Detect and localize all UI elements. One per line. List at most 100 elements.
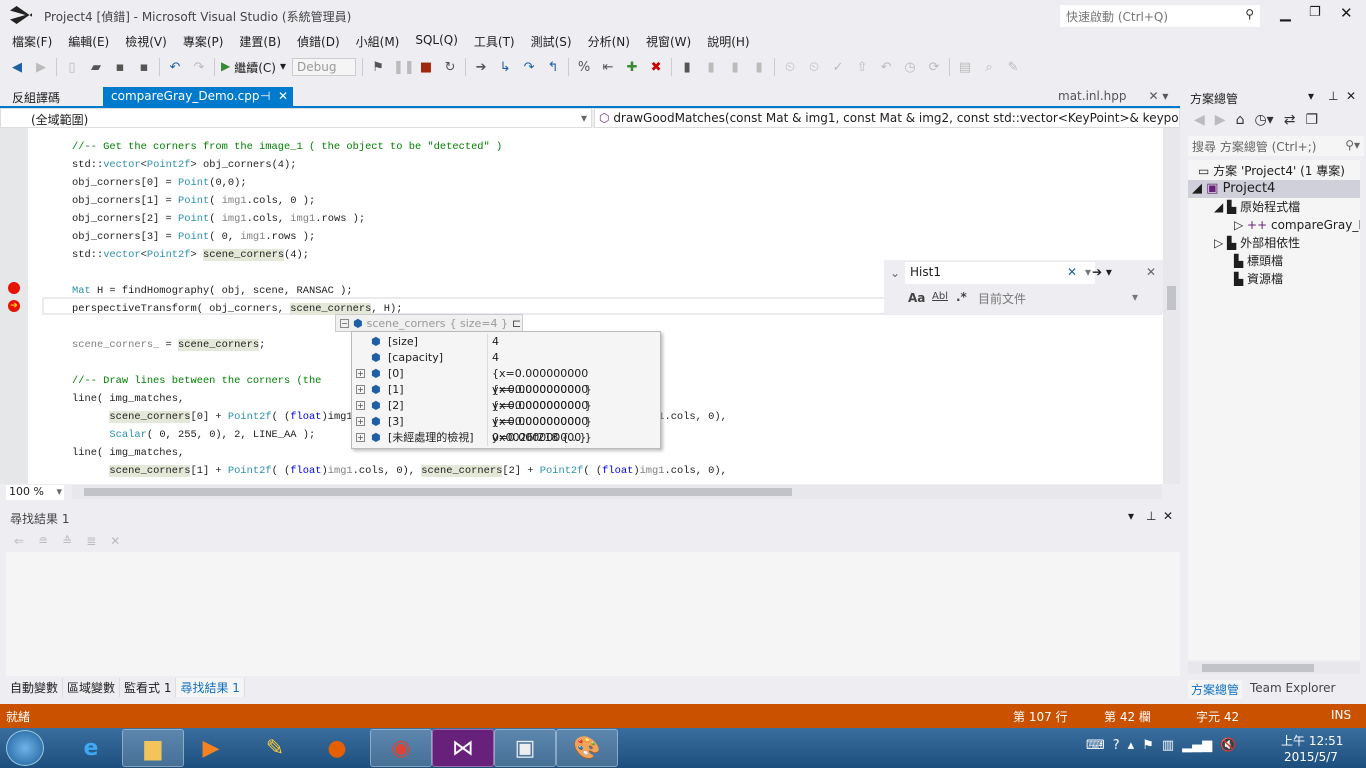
menu-item[interactable]: 視窗(W) <box>638 30 699 52</box>
find-next-icon[interactable]: ➔ ▾ <box>1092 265 1112 279</box>
goto-icon[interactable]: ⇐ <box>14 534 24 548</box>
prev-bookmark-icon[interactable]: ▮ <box>702 60 720 75</box>
paint-tool-icon[interactable]: ✎ <box>244 729 306 767</box>
close-find-icon[interactable]: ✕ <box>1146 265 1156 279</box>
expand-icon[interactable]: + <box>356 369 365 378</box>
menu-item[interactable]: 檢視(V) <box>117 30 175 52</box>
close-tab-icon[interactable]: ✕ <box>278 89 288 103</box>
menu-item[interactable]: 偵錯(D) <box>289 30 348 52</box>
new-project-icon[interactable]: ▯ <box>63 60 81 75</box>
clear-search-icon[interactable]: ✕ <box>1067 265 1077 279</box>
vertical-scrollbar[interactable] <box>1163 128 1180 484</box>
tab-solution-explorer[interactable]: 方案總管 <box>1188 680 1243 699</box>
se-horizontal-scrollbar[interactable] <box>1188 662 1360 674</box>
menu-item[interactable]: 小組(M) <box>348 30 408 52</box>
menu-item[interactable]: 專案(P) <box>175 30 232 52</box>
step-out-icon[interactable]: ↰ <box>544 60 562 75</box>
tab-comparegray-demo[interactable]: compareGray_Demo.cpp ⊣ ✕ <box>103 87 293 107</box>
quick-launch-input[interactable]: 快速啟動 (Ctrl+Q) ⚲ <box>1060 5 1260 27</box>
history-icon[interactable]: ◷ <box>901 60 919 75</box>
expand-icon[interactable]: + <box>356 385 365 394</box>
prev-result-icon[interactable]: ≘ <box>38 534 48 548</box>
firefox-icon[interactable]: ● <box>306 729 368 767</box>
visual-studio-icon[interactable]: ⋈ <box>432 729 494 767</box>
panel-dropdown-icon[interactable]: ▾ <box>1128 509 1134 523</box>
menu-item[interactable]: SQL(Q) <box>407 30 466 52</box>
step-into-icon[interactable]: ↳ <box>496 60 514 75</box>
save-all-icon[interactable]: ▪ <box>135 60 153 75</box>
comment-icon[interactable]: ✚ <box>623 60 641 75</box>
home-icon[interactable]: ⌂ <box>1236 112 1245 128</box>
expand-icon[interactable]: + <box>356 401 365 410</box>
stop-search-icon[interactable]: ✕ <box>110 534 120 548</box>
tab-mat-inl-hpp[interactable]: mat.inl.hpp ✕ ▾ <box>1050 87 1176 107</box>
datatip-row[interactable]: ⬢ [size] 4 <box>352 334 660 350</box>
pin-icon[interactable]: ⊏ <box>512 317 521 330</box>
forward-icon[interactable]: ▶ <box>32 60 50 75</box>
check-icon[interactable]: ✓ <box>829 60 847 75</box>
panel-dropdown-icon[interactable]: ▾ <box>1308 89 1314 103</box>
signal-icon[interactable]: ▂▄▆ <box>1182 738 1212 753</box>
minimize-button[interactable]: ▁ <box>1280 6 1291 22</box>
menu-item[interactable]: 編輯(E) <box>60 30 117 52</box>
datatip-row[interactable]: + ⬢ [未經處理的檢視] 0x0026f218 {...} <box>352 430 660 446</box>
current-statement-breakpoint-icon[interactable]: ➜ <box>8 300 20 312</box>
chrome-icon[interactable]: ◉ <box>370 729 432 767</box>
paint-icon[interactable]: 🎨 <box>556 729 618 767</box>
keyboard-icon[interactable]: ⌨ <box>1086 738 1105 753</box>
bottom-tab[interactable]: 尋找結果 1 <box>176 678 245 697</box>
regex-icon[interactable]: .* <box>956 290 967 304</box>
next-result-icon[interactable]: ≙ <box>62 534 72 548</box>
forward-icon[interactable]: ▶ <box>1215 112 1226 128</box>
solution-search-input[interactable]: 搜尋 方案總管 (Ctrl+;) ⚲▾ <box>1188 136 1364 156</box>
expand-icon[interactable]: + <box>356 417 365 426</box>
match-case-icon[interactable]: Aa <box>908 291 925 305</box>
revert-icon[interactable]: ↶ <box>877 60 895 75</box>
scope-dropdown[interactable]: (全域範圍) ▾ <box>0 108 592 128</box>
hex-icon[interactable]: % <box>575 60 593 75</box>
tree-item-project[interactable]: ◢ ▣ Project4 <box>1188 180 1360 198</box>
find-results-content[interactable] <box>6 552 1180 676</box>
menu-item[interactable]: 工具(T) <box>466 30 523 52</box>
close-panel-icon[interactable]: ✕ <box>1346 89 1356 103</box>
match-word-icon[interactable]: Abl <box>932 291 948 302</box>
find-file-icon[interactable]: ⌕ <box>980 60 998 75</box>
clear-bookmarks-icon[interactable]: ▮ <box>750 60 768 75</box>
volume-muted-icon[interactable]: 🔇 <box>1220 738 1236 753</box>
help-icon[interactable]: ? <box>1113 738 1120 753</box>
tree-item-solution[interactable]: ▭ 方案 'Project4' (1 專案) <box>1198 162 1345 180</box>
database-icon[interactable]: ▤ <box>956 60 974 75</box>
indent-icon[interactable]: ⇤ <box>599 60 617 75</box>
pause-icon[interactable]: ❚❚ <box>393 60 415 75</box>
clear-icon[interactable]: ≣ <box>86 534 96 548</box>
bottom-tab[interactable]: 監看式 1 <box>120 678 177 697</box>
bottom-tab[interactable]: 自動變數 <box>6 678 64 697</box>
datatip-row[interactable]: + ⬢ [3] {x=0.000000000 y=0.000000000 } <box>352 414 660 446</box>
checkin-icon[interactable]: ⏲ <box>805 60 823 75</box>
tree-item-header-files[interactable]: ▙ 標頭檔 <box>1234 252 1283 270</box>
collapse-all-icon[interactable]: ❐ <box>1305 112 1318 128</box>
uncomment-icon[interactable]: ✖ <box>647 60 665 75</box>
restore-button[interactable]: ❐ <box>1309 5 1321 20</box>
expand-icon[interactable]: + <box>356 433 365 442</box>
collapse-icon[interactable]: − <box>340 318 349 328</box>
sync-icon[interactable]: ⇄ <box>1284 112 1296 128</box>
pending-changes-icon[interactable]: ◷▾ <box>1254 112 1273 128</box>
upload-icon[interactable]: ⇧ <box>853 60 871 75</box>
attach-icon[interactable]: ⚑ <box>369 60 387 75</box>
redo-icon[interactable]: ↷ <box>190 60 208 75</box>
media-player-icon[interactable]: ▶ <box>180 729 242 767</box>
find-input[interactable]: Hist1 ✕ ▾ <box>905 262 1095 284</box>
save-icon[interactable]: ▪ <box>111 60 129 75</box>
datatip-row[interactable]: + ⬢ [1] {x=0.000000000 y=0.000000000 } <box>352 382 660 414</box>
zoom-dropdown[interactable]: 100 % ▾ <box>6 485 64 500</box>
tree-item-external-deps[interactable]: ▷ ▙ 外部相依性 <box>1214 234 1300 252</box>
step-over-icon[interactable]: ↷ <box>520 60 538 75</box>
close-tab-icon[interactable]: ✕ <box>1149 89 1159 103</box>
start-button[interactable] <box>6 730 44 766</box>
datatip-row[interactable]: + ⬢ [0] {x=0.000000000 y=0.000000000 } <box>352 366 660 398</box>
close-panel-icon[interactable]: ✕ <box>1163 509 1173 523</box>
menu-item[interactable]: 說明(H) <box>699 30 757 52</box>
window-app-icon[interactable]: ▣ <box>494 729 556 767</box>
restart-icon[interactable]: ↻ <box>441 60 459 75</box>
